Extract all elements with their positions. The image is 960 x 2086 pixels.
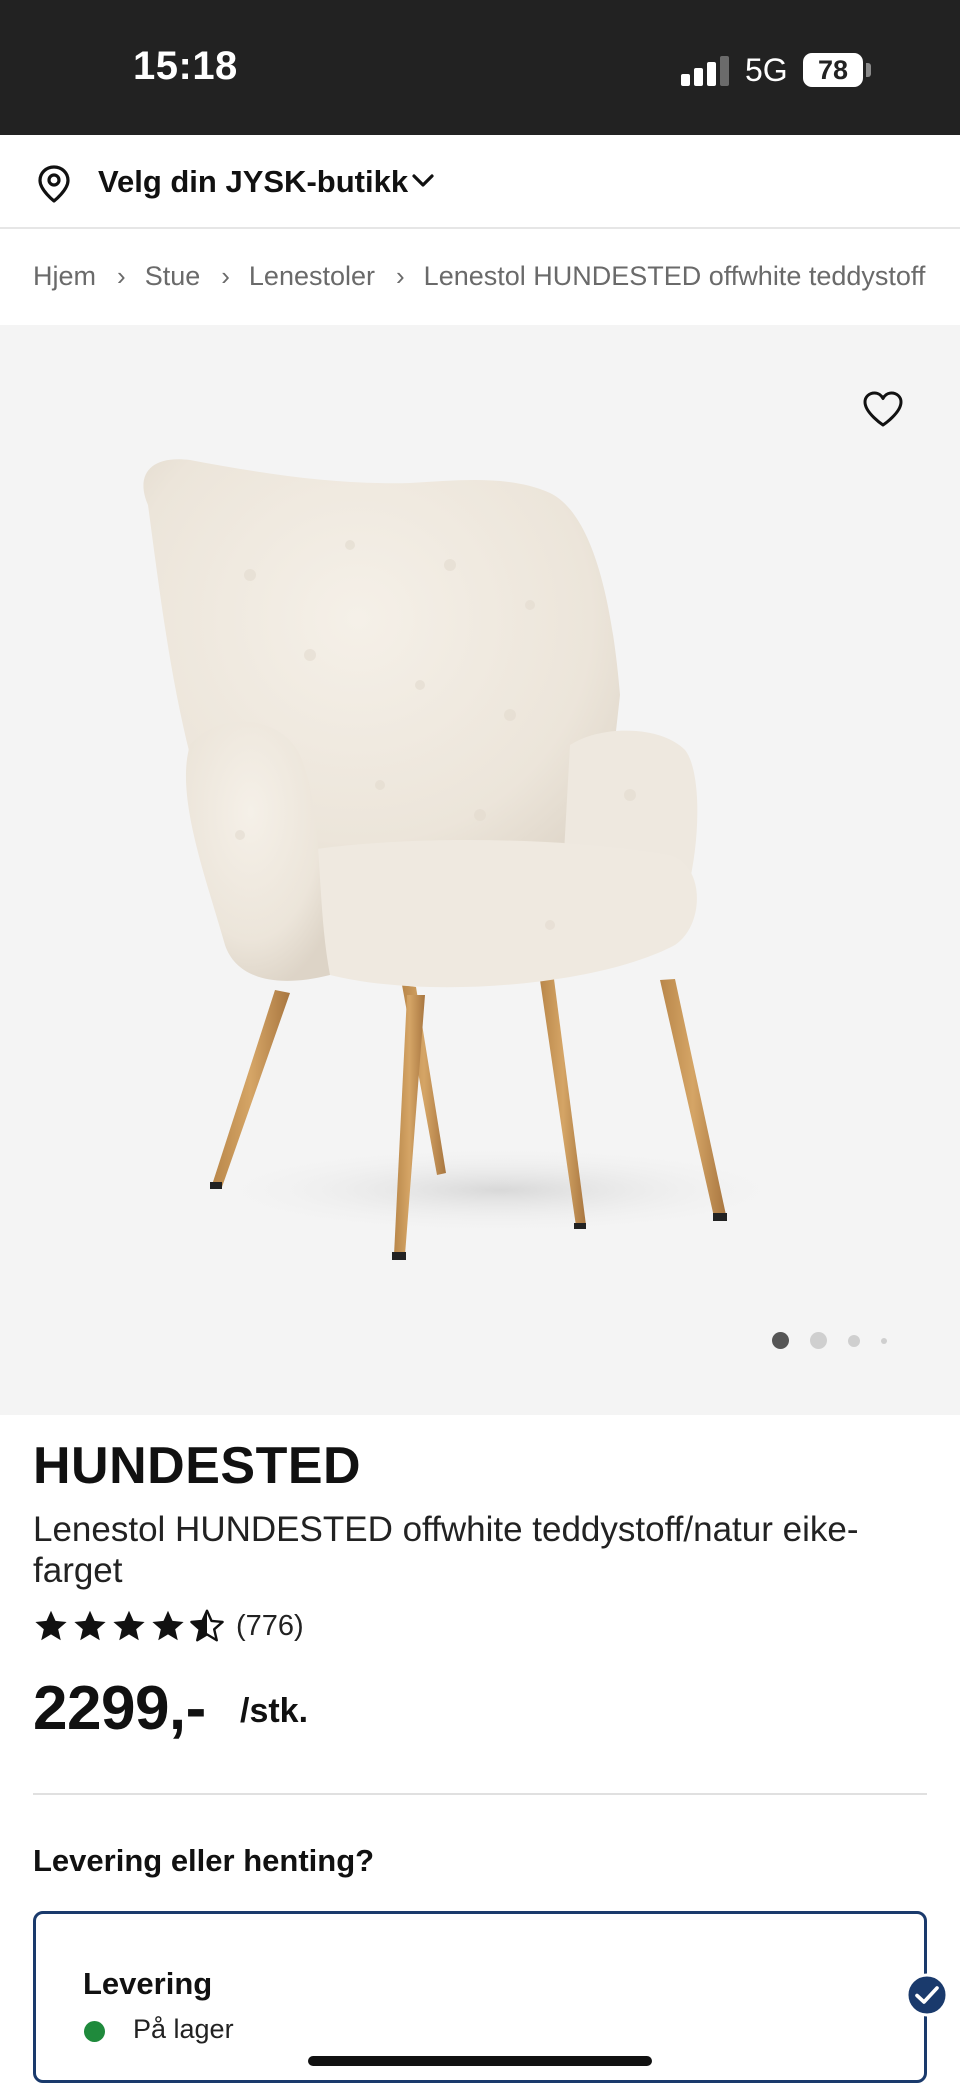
heart-icon[interactable] [862, 390, 904, 428]
gallery-dot-active[interactable] [772, 1332, 789, 1349]
product-name: Lenestol HUNDESTED offwhite teddystoff/n… [33, 1510, 859, 1590]
star-full-icon [74, 1610, 106, 1641]
chevron-right-icon: › [221, 261, 230, 291]
status-time: 15:18 [133, 44, 238, 88]
star-half-icon [190, 1609, 224, 1642]
breadcrumb: Hjem › Stue › Lenestoler › Lenestol HUND… [33, 261, 925, 292]
signal-icon [681, 56, 729, 86]
delivery-heading: Levering eller henting? [33, 1843, 375, 1878]
product-image [143, 459, 800, 1260]
store-selector-label: Velg din JYSK-butikk [98, 164, 409, 199]
store-selector[interactable]: Velg din JYSK-butikk [0, 135, 960, 229]
network-type: 5G [745, 52, 788, 88]
gallery-pagination [772, 1332, 908, 1349]
breadcrumb-item-current[interactable]: Lenestol HUNDESTED offwhite teddystoff [424, 261, 926, 292]
product-price: 2299,- [33, 1674, 206, 1743]
delivery-option-title: Levering [83, 1966, 213, 2001]
star-full-icon [152, 1610, 184, 1641]
in-stock-indicator [84, 2021, 105, 2042]
chevron-right-icon: › [117, 261, 126, 291]
breadcrumb-item-home[interactable]: Hjem [33, 261, 96, 292]
product-rating[interactable]: (776) [33, 1608, 304, 1644]
gallery-dot[interactable] [848, 1334, 860, 1347]
home-indicator[interactable] [308, 2056, 652, 2066]
battery-cap [866, 63, 871, 77]
breadcrumb-item-lenestoler[interactable]: Lenestoler [249, 261, 375, 292]
divider [33, 1793, 927, 1795]
gallery-dot[interactable] [881, 1337, 887, 1344]
breadcrumb-item-stue[interactable]: Stue [145, 261, 201, 292]
location-pin-icon [38, 165, 70, 203]
star-full-icon [35, 1610, 67, 1641]
status-bar: 15:18 5G 78 [0, 0, 960, 135]
chevron-right-icon: › [396, 261, 405, 291]
star-full-icon [113, 1610, 145, 1641]
product-brand: HUNDESTED [33, 1437, 362, 1495]
battery-icon: 78 [803, 53, 863, 87]
review-count[interactable]: (776) [236, 1610, 304, 1643]
checkmark-icon [905, 1973, 949, 2017]
rating-stars [33, 1608, 228, 1644]
stock-status: På lager [133, 2014, 234, 2044]
gallery-dot[interactable] [810, 1332, 827, 1349]
price-unit: /stk. [240, 1692, 309, 1730]
chevron-down-icon [412, 174, 434, 187]
